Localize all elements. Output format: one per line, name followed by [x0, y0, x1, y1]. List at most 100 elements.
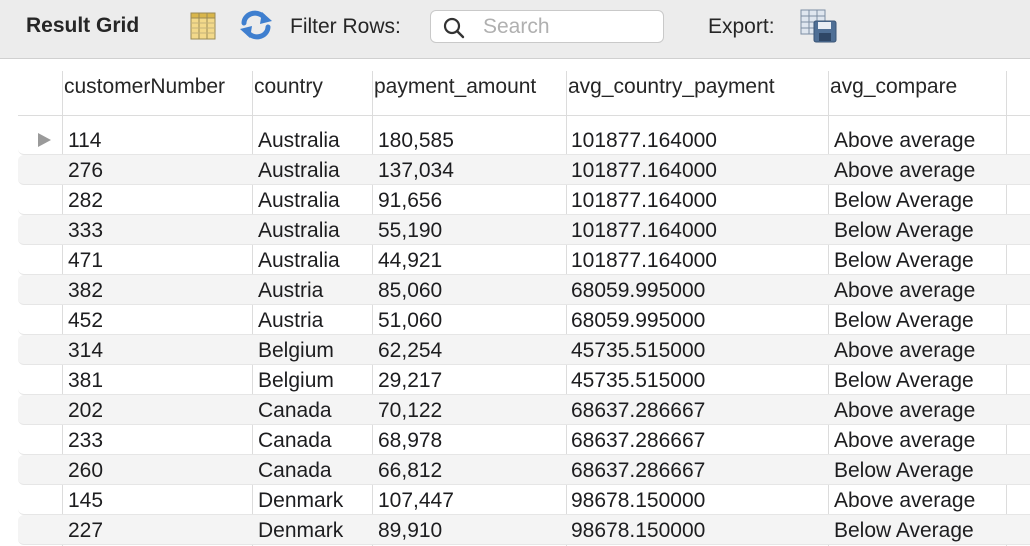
cell-avg-country-payment[interactable]: 101877.164000 — [571, 129, 717, 153]
cell-avg-country-payment[interactable]: 101877.164000 — [571, 189, 717, 213]
cell-avg-compare[interactable]: Below Average — [834, 249, 974, 273]
cell-avg-compare[interactable]: Below Average — [834, 519, 974, 543]
cell-customernumber[interactable]: 114 — [68, 129, 101, 153]
search-icon — [443, 17, 465, 39]
cell-avg-country-payment[interactable]: 101877.164000 — [571, 159, 717, 183]
filter-rows-search[interactable] — [430, 10, 664, 43]
cell-payment-amount[interactable]: 85,060 — [378, 279, 442, 303]
table-row[interactable]: 276 Australia 137,034 101877.164000 Above av… — [0, 155, 1030, 185]
table-row[interactable]: 333 Australia 55,190 101877.164000 Below Ave… — [0, 215, 1030, 245]
cell-avg-country-payment[interactable]: 101877.164000 — [571, 219, 717, 243]
cell-payment-amount[interactable]: 89,910 — [378, 519, 442, 543]
cell-avg-compare[interactable]: Above average — [834, 159, 975, 183]
cell-avg-compare[interactable]: Below Average — [834, 189, 974, 213]
search-input[interactable] — [483, 13, 653, 40]
cell-customernumber[interactable]: 382 — [68, 279, 103, 303]
cell-avg-country-payment[interactable]: 98678.150000 — [571, 489, 705, 513]
cell-country[interactable]: Canada — [258, 429, 332, 453]
cell-avg-compare[interactable]: Above average — [834, 489, 975, 513]
table-row[interactable]: 314 Belgium 62,254 45735.515000 Above averag… — [0, 335, 1030, 365]
cell-payment-amount[interactable]: 91,656 — [378, 189, 442, 213]
table-row[interactable]: 471 Australia 44,921 101877.164000 Below Ave… — [0, 245, 1030, 275]
cell-payment-amount[interactable]: 107,447 — [378, 489, 454, 513]
table-row[interactable]: 452 Austria 51,060 68059.995000 Below Averag… — [0, 305, 1030, 335]
table-row[interactable]: 260 Canada 66,812 68637.286667 Below Average — [0, 455, 1030, 485]
cell-customernumber[interactable]: 314 — [68, 339, 103, 363]
cell-avg-compare[interactable]: Above average — [834, 339, 975, 363]
cell-avg-compare[interactable]: Below Average — [834, 369, 974, 393]
cell-country[interactable]: Australia — [258, 249, 340, 273]
cell-payment-amount[interactable]: 44,921 — [378, 249, 442, 273]
cell-payment-amount[interactable]: 68,978 — [378, 429, 442, 453]
current-row-indicator-icon — [38, 133, 51, 147]
cell-payment-amount[interactable]: 62,254 — [378, 339, 442, 363]
cell-avg-compare[interactable]: Above average — [834, 429, 975, 453]
cell-avg-country-payment[interactable]: 68637.286667 — [571, 459, 705, 483]
cell-country[interactable]: Canada — [258, 399, 332, 423]
cell-country[interactable]: Australia — [258, 219, 340, 243]
columns-icon[interactable] — [190, 12, 216, 40]
cell-payment-amount[interactable]: 180,585 — [378, 129, 454, 153]
export-label: Export: — [708, 15, 775, 38]
cell-country[interactable]: Belgium — [258, 369, 334, 393]
cell-avg-country-payment[interactable]: 101877.164000 — [571, 249, 717, 273]
table-row[interactable]: 145 Denmark 107,447 98678.150000 Above avera… — [0, 485, 1030, 515]
cell-country[interactable]: Denmark — [258, 519, 343, 543]
table-row[interactable]: 233 Canada 68,978 68637.286667 Above average — [0, 425, 1030, 455]
cell-avg-country-payment[interactable]: 68059.995000 — [571, 309, 705, 333]
cell-avg-compare[interactable]: Above average — [834, 129, 975, 153]
cell-avg-country-payment[interactable]: 45735.515000 — [571, 369, 705, 393]
cell-customernumber[interactable]: 145 — [68, 489, 103, 513]
column-header-customernumber[interactable]: customerNumber — [64, 75, 225, 99]
cell-country[interactable]: Australia — [258, 129, 340, 153]
cell-avg-country-payment[interactable]: 98678.150000 — [571, 519, 705, 543]
cell-country[interactable]: Canada — [258, 459, 332, 483]
column-header-avg-country-payment[interactable]: avg_country_payment — [568, 75, 775, 99]
grid-header-row: customerNumber country payment_amount av… — [0, 59, 1030, 115]
cell-customernumber[interactable]: 233 — [68, 429, 103, 453]
cell-avg-compare[interactable]: Below Average — [834, 459, 974, 483]
cell-customernumber[interactable]: 260 — [68, 459, 103, 483]
cell-payment-amount[interactable]: 29,217 — [378, 369, 442, 393]
table-row[interactable]: 227 Denmark 89,910 98678.150000 Below Averag… — [0, 515, 1030, 545]
column-header-avg-compare[interactable]: avg_compare — [830, 75, 957, 99]
cell-customernumber[interactable]: 276 — [68, 159, 103, 183]
cell-country[interactable]: Austria — [258, 279, 323, 303]
column-header-country[interactable]: country — [254, 75, 323, 99]
cell-customernumber[interactable]: 202 — [68, 399, 103, 423]
cell-payment-amount[interactable]: 70,122 — [378, 399, 442, 423]
cell-avg-country-payment[interactable]: 45735.515000 — [571, 339, 705, 363]
cell-payment-amount[interactable]: 137,034 — [378, 159, 454, 183]
header-divider — [18, 115, 1030, 116]
cell-country[interactable]: Austria — [258, 309, 323, 333]
cell-customernumber[interactable]: 282 — [68, 189, 103, 213]
cell-country[interactable]: Belgium — [258, 339, 334, 363]
cell-avg-country-payment[interactable]: 68637.286667 — [571, 429, 705, 453]
cell-customernumber[interactable]: 471 — [68, 249, 103, 273]
cell-payment-amount[interactable]: 66,812 — [378, 459, 442, 483]
cell-avg-country-payment[interactable]: 68059.995000 — [571, 279, 705, 303]
cell-customernumber[interactable]: 227 — [68, 519, 103, 543]
table-row[interactable]: 202 Canada 70,122 68637.286667 Above average — [0, 395, 1030, 425]
table-row[interactable]: 382 Austria 85,060 68059.995000 Above averag… — [0, 275, 1030, 305]
cell-country[interactable]: Australia — [258, 189, 340, 213]
result-grid-title: Result Grid — [26, 14, 140, 37]
refresh-icon[interactable] — [238, 10, 274, 40]
cell-avg-compare[interactable]: Below Average — [834, 219, 974, 243]
table-row[interactable]: 114 Australia 180,585 101877.164000 Above av… — [0, 125, 1030, 155]
cell-customernumber[interactable]: 452 — [68, 309, 103, 333]
cell-avg-compare[interactable]: Above average — [834, 279, 975, 303]
column-header-payment-amount[interactable]: payment_amount — [374, 75, 536, 99]
cell-customernumber[interactable]: 381 — [68, 369, 103, 393]
cell-avg-compare[interactable]: Above average — [834, 399, 975, 423]
cell-payment-amount[interactable]: 51,060 — [378, 309, 442, 333]
cell-avg-compare[interactable]: Below Average — [834, 309, 974, 333]
cell-country[interactable]: Australia — [258, 159, 340, 183]
table-row[interactable]: 381 Belgium 29,217 45735.515000 Below Averag… — [0, 365, 1030, 395]
cell-customernumber[interactable]: 333 — [68, 219, 103, 243]
cell-payment-amount[interactable]: 55,190 — [378, 219, 442, 243]
export-icon[interactable] — [800, 9, 838, 43]
table-row[interactable]: 282 Australia 91,656 101877.164000 Below Ave… — [0, 185, 1030, 215]
cell-country[interactable]: Denmark — [258, 489, 343, 513]
cell-avg-country-payment[interactable]: 68637.286667 — [571, 399, 705, 423]
